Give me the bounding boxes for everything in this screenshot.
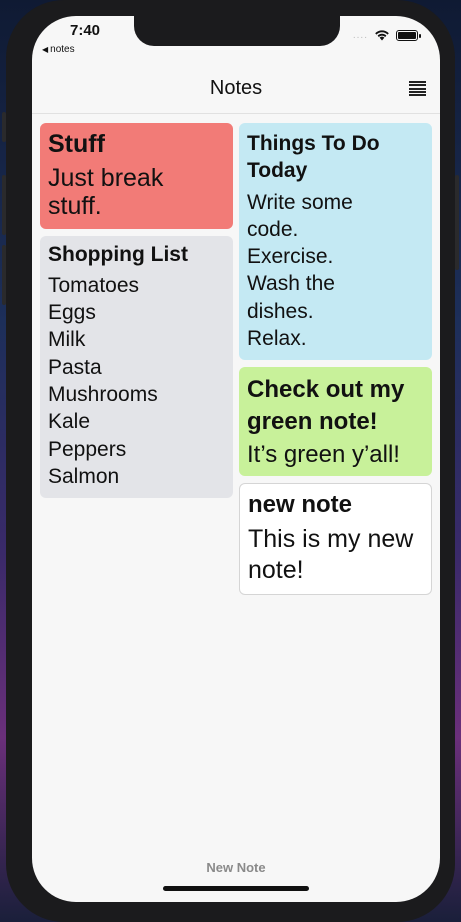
back-app-label: notes [50,44,75,55]
note-card-shopping-list[interactable]: Shopping List Tomatoes Eggs Milk Pasta M… [40,236,233,499]
back-to-app-link[interactable]: ◀ notes [42,44,75,55]
note-card-green-note[interactable]: Check out my green note! It’s green y’al… [239,367,432,477]
notch [134,16,340,46]
note-body: Tomatoes Eggs Milk Pasta Mushrooms Kale … [48,273,158,488]
status-time: 7:40 [70,22,101,39]
signal-icon: .... [352,29,368,41]
note-body: Just break stuff. [48,163,164,221]
note-card-new-note[interactable]: new note This is my new note! [239,483,432,596]
note-title: new note [248,491,353,519]
note-body: It’s green y’all! [247,440,400,468]
note-body: Write some code. Exercise. Wash the dish… [247,190,353,351]
page-title: Notes [209,77,263,99]
note-title: Shopping List [48,243,188,266]
screen: 7:40 ◀ notes .... Notes Stuff Just break … [32,16,440,902]
wifi-icon [375,30,389,41]
note-title: Things To Do Today [247,132,380,183]
note-title: Stuff [48,130,105,158]
volume-down-button [2,245,6,305]
volume-up-button [2,175,6,235]
note-title: Check out my green note! [247,376,405,435]
home-indicator[interactable] [163,886,309,891]
note-card-stuff[interactable]: Stuff Just break stuff. [40,123,233,229]
list-menu-icon[interactable] [409,81,426,96]
power-button [455,175,459,270]
note-card-things-to-do[interactable]: Things To Do Today Write some code. Exer… [239,123,432,361]
notes-column-right: Things To Do Today Write some code. Exer… [239,123,432,596]
new-note-button[interactable]: New Note [32,860,440,875]
navigation-bar: Notes [32,68,440,114]
back-arrow-icon: ◀ [42,45,49,54]
notes-column-left: Stuff Just break stuff. Shopping List To… [40,123,233,499]
phone-frame: 7:40 ◀ notes .... Notes Stuff Just break … [2,0,459,922]
status-icons: .... [352,29,421,41]
battery-icon [396,29,421,41]
silent-switch [2,112,6,142]
note-body: This is my new note! [248,524,414,584]
